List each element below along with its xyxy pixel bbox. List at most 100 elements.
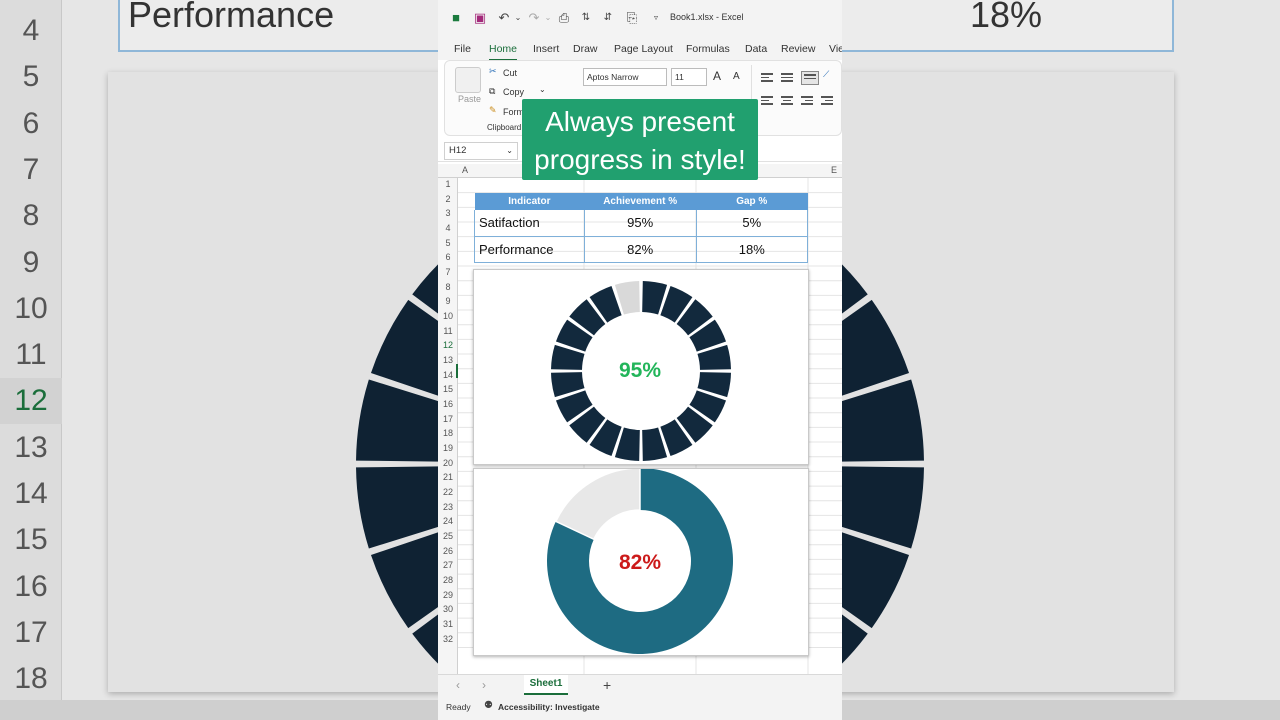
cut-button[interactable]: Cut (503, 68, 517, 78)
status-bar: Ready ⚉ Accessibility: Investigate (438, 696, 842, 720)
tab-view[interactable]: Vie (829, 43, 842, 55)
row-header[interactable]: 10 (438, 311, 458, 321)
row-header[interactable]: 12 (438, 340, 458, 350)
accessibility-icon[interactable]: ⚉ (484, 700, 493, 711)
tab-insert[interactable]: Insert (533, 43, 559, 55)
column-header-a[interactable]: A (462, 165, 468, 175)
cell-indicator[interactable]: Satifaction (474, 210, 585, 237)
paste-icon[interactable] (455, 67, 481, 93)
row-header[interactable]: 26 (438, 546, 458, 556)
row-header[interactable]: 13 (438, 355, 458, 365)
undo-dropdown-icon[interactable]: ⌄ (510, 10, 526, 26)
background-row-number: 8 (22, 199, 40, 233)
cell-gap[interactable]: 18% (696, 236, 808, 263)
shrink-font-button[interactable]: A (733, 71, 740, 82)
row-header[interactable]: 21 (438, 472, 458, 482)
row-header[interactable]: 31 (438, 619, 458, 629)
font-size-select[interactable]: 11 (671, 68, 707, 86)
indent-icon[interactable] (821, 96, 833, 105)
title-bar: ■ ▣ ↶ ⌄ ↷ ⌄ ⎙ ⇅ ⇵ ⎘ ▿ Book1.xlsx - Excel (438, 0, 842, 38)
row-header[interactable]: 27 (438, 560, 458, 570)
tab-file[interactable]: File (454, 43, 471, 55)
segmented-donut-chart[interactable]: 95% (473, 269, 809, 465)
format-painter-icon[interactable]: ✎ (489, 105, 497, 116)
print-preview-icon[interactable]: ⎙ (556, 10, 572, 26)
paste-button[interactable]: Paste (458, 94, 481, 104)
row-header[interactable]: 6 (438, 252, 458, 262)
row-header[interactable]: 15 (438, 384, 458, 394)
tab-data[interactable]: Data (745, 43, 767, 55)
tab-page-layout[interactable]: Page Layout (614, 43, 673, 55)
redo-dropdown-icon[interactable]: ⌄ (540, 10, 556, 26)
row-header[interactable]: 20 (438, 458, 458, 468)
tab-formulas[interactable]: Formulas (686, 43, 730, 55)
header-indicator[interactable]: Indicator (474, 193, 585, 210)
row-header[interactable]: 11 (438, 326, 458, 336)
row-header[interactable]: 1 (438, 179, 458, 189)
align-left-icon[interactable] (761, 96, 773, 105)
row-header[interactable]: 29 (438, 590, 458, 600)
row-header[interactable]: 24 (438, 516, 458, 526)
sheet-tab-sheet1[interactable]: Sheet1 (524, 675, 568, 695)
save-icon[interactable]: ▣ (472, 10, 488, 26)
row-header[interactable]: 4 (438, 223, 458, 233)
copy-button[interactable]: Copy (503, 87, 524, 97)
align-right-icon[interactable] (801, 96, 813, 105)
row-header[interactable]: 28 (438, 575, 458, 585)
row-header[interactable]: 30 (438, 604, 458, 614)
selected-row-indicator (456, 364, 458, 378)
row-header[interactable]: 8 (438, 282, 458, 292)
scroll-left-icon[interactable]: ‹ (456, 678, 460, 692)
name-box[interactable]: H12 ⌄ (444, 142, 518, 160)
header-gap[interactable]: Gap % (696, 193, 808, 210)
copy-dropdown-icon[interactable]: ⌄ (539, 85, 546, 94)
align-top-icon[interactable] (761, 73, 773, 82)
grow-font-button[interactable]: A (713, 69, 721, 83)
align-center-icon[interactable] (781, 96, 793, 105)
worksheet-grid[interactable]: 1 2 3 4 5 6 7 8 9 10 11 12 13 14 15 16 17 18 19 20 21 22 23 24 2… (438, 178, 842, 674)
align-bottom-icon[interactable] (801, 71, 819, 85)
cell-achievement[interactable]: 82% (584, 236, 697, 263)
row-header[interactable]: 25 (438, 531, 458, 541)
cell-achievement[interactable]: 95% (584, 210, 697, 237)
customize-toolbar-icon[interactable]: ▿ (648, 10, 664, 26)
donut-chart[interactable]: 82% (473, 468, 809, 656)
row-header[interactable]: 17 (438, 414, 458, 424)
row-header[interactable]: 32 (438, 634, 458, 644)
row-header[interactable]: 18 (438, 428, 458, 438)
background-title-right: 18% (969, 0, 1042, 35)
row-header[interactable]: 19 (438, 443, 458, 453)
align-middle-icon[interactable] (781, 73, 793, 82)
add-sheet-button[interactable]: + (603, 677, 611, 693)
row-header[interactable]: 22 (438, 487, 458, 497)
row-header[interactable]: 23 (438, 502, 458, 512)
row-header[interactable]: 14 (438, 370, 458, 380)
sort-ascending-icon[interactable]: ⇅ (578, 10, 594, 26)
format-painter-button[interactable]: Form (503, 107, 524, 117)
document-icon[interactable]: ⎘ (624, 10, 640, 26)
background-row-number: 10 (14, 291, 48, 325)
name-box-dropdown-icon[interactable]: ⌄ (506, 143, 513, 159)
accessibility-status[interactable]: Accessibility: Investigate (498, 702, 600, 712)
row-header[interactable]: 7 (438, 267, 458, 277)
tab-review[interactable]: Review (781, 43, 815, 55)
sheet-tabs-bar: ‹ › Sheet1 + (438, 674, 842, 696)
tab-draw[interactable]: Draw (573, 43, 598, 55)
background-row-number: 17 (14, 615, 48, 649)
scroll-right-icon[interactable]: › (482, 678, 486, 692)
copy-icon[interactable]: ⧉ (489, 86, 495, 97)
cell-gap[interactable]: 5% (696, 210, 808, 237)
cut-icon[interactable]: ✂ (489, 66, 497, 77)
row-header[interactable]: 16 (438, 399, 458, 409)
cell-indicator[interactable]: Performance (474, 236, 585, 263)
orientation-icon[interactable]: ⟋ (823, 69, 829, 80)
font-name-select[interactable]: Aptos Narrow (583, 68, 667, 86)
row-header[interactable]: 3 (438, 208, 458, 218)
row-header[interactable]: 5 (438, 238, 458, 248)
row-header[interactable]: 9 (438, 296, 458, 306)
tab-home[interactable]: Home (489, 43, 518, 61)
row-header[interactable]: 2 (438, 194, 458, 204)
column-header-e[interactable]: E (831, 165, 837, 175)
header-achievement[interactable]: Achievement % (584, 193, 696, 210)
sort-descending-icon[interactable]: ⇵ (600, 10, 616, 26)
